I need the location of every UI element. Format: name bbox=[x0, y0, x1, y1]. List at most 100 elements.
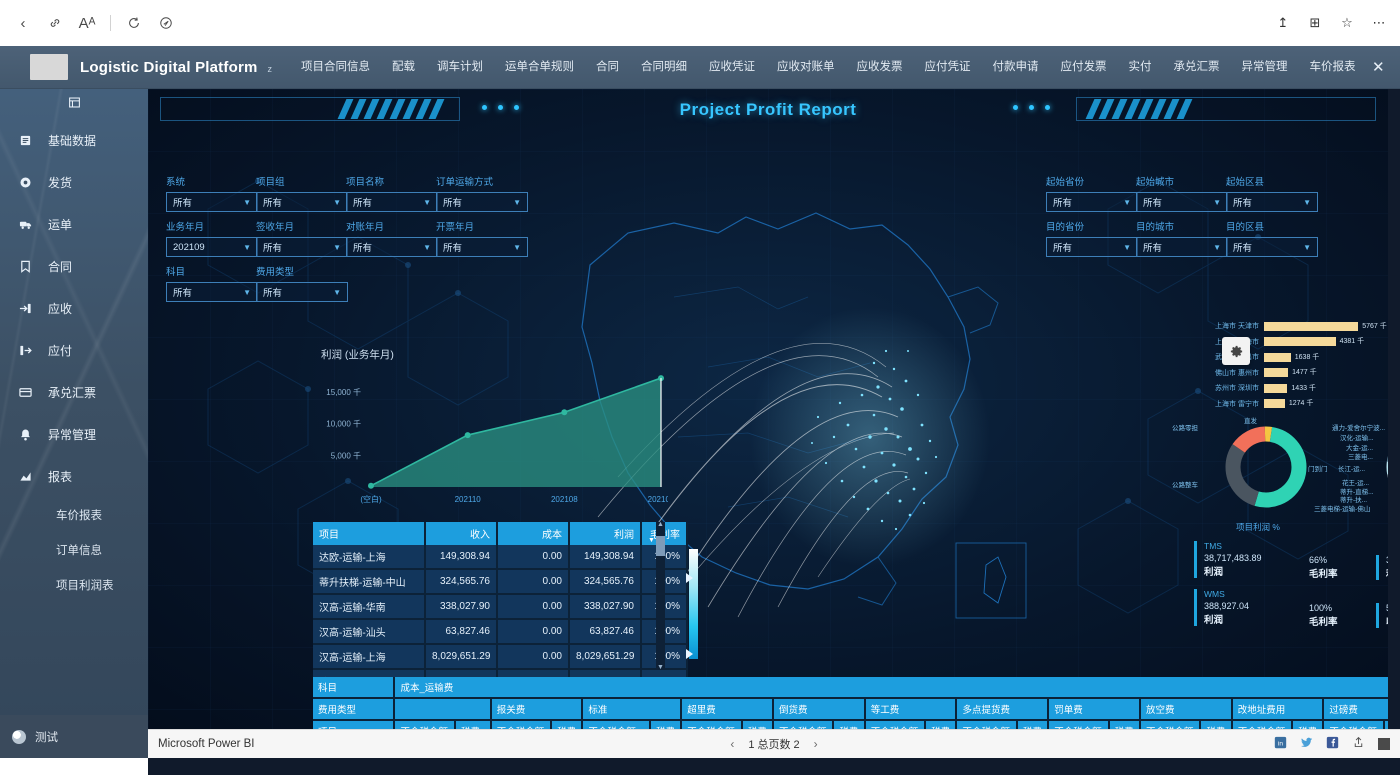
table-row[interactable]: 汉高-运输-华南 338,027.90 0.00 338,027.90 100% bbox=[313, 594, 688, 620]
profit-line-chart[interactable]: 利润 (业务年月) 5,000 千 10,000 千 15,000 千 (空白) 202… bbox=[313, 347, 668, 519]
nav-item-9[interactable]: 应付凭证 bbox=[914, 46, 982, 89]
favorites-icon[interactable]: ☆ bbox=[1336, 12, 1358, 34]
matrix-group-4[interactable]: 倒货费 bbox=[773, 698, 866, 721]
sidebar-item-5[interactable]: 应付 bbox=[0, 329, 148, 371]
matrix-subheader-amount[interactable]: 不含税金额 bbox=[1323, 720, 1385, 729]
filter-dropdown[interactable]: 所有 ▼ bbox=[1226, 237, 1318, 257]
matrix-subheader-tax[interactable]: 税费 bbox=[551, 720, 584, 729]
route-bar-chart[interactable]: 上海市 天津市5767 千上海市 上海市4381 千武汉市 宜昌市1638 千佛… bbox=[1198, 319, 1388, 411]
matrix-subheader-amount[interactable]: 不含税金额 bbox=[1048, 720, 1110, 729]
filter-dropdown[interactable]: 所有 ▼ bbox=[1046, 192, 1138, 212]
nav-item-13[interactable]: 承兑汇票 bbox=[1163, 46, 1231, 89]
table-scrollbar[interactable]: ▲ ▼ bbox=[656, 521, 665, 671]
filter-dropdown[interactable]: 所有 ▼ bbox=[256, 237, 348, 257]
matrix-group-2[interactable]: 标准 bbox=[582, 698, 683, 721]
project-profit-table[interactable]: 项目 收入 成本 利润 毛利率 ▼ 达欧-运输-上海 149,308.94 0.00 149,30… bbox=[313, 522, 688, 695]
nav-item-14[interactable]: 异常管理 bbox=[1231, 46, 1299, 89]
matrix-subheader-amount[interactable]: 不含税金额 bbox=[956, 720, 1018, 729]
map-color-legend[interactable] bbox=[686, 549, 700, 674]
nav-item-0[interactable]: 项目合同信息 bbox=[290, 46, 381, 89]
matrix-group-3[interactable]: 超里费 bbox=[681, 698, 775, 721]
kpi-revenue[interactable]: 59,263,778.13 收入 bbox=[1376, 603, 1388, 628]
table-row[interactable]: 汉高-运输-上海 8,029,651.29 0.00 8,029,651.29 100% bbox=[313, 644, 688, 670]
matrix-subheader-amount[interactable]: 不含税金额 bbox=[490, 720, 553, 729]
sidebar-item-4[interactable]: 应收 bbox=[0, 287, 148, 329]
matrix-group-6[interactable]: 多点提货费 bbox=[956, 698, 1050, 721]
matrix-subheader-tax[interactable]: 税费 bbox=[1292, 720, 1325, 729]
linkedin-icon[interactable]: in bbox=[1274, 736, 1287, 752]
filter-dropdown[interactable]: 所有 ▼ bbox=[256, 192, 348, 212]
matrix-group-5[interactable]: 等工费 bbox=[864, 698, 958, 721]
matrix-group-8[interactable]: 放空费 bbox=[1139, 698, 1233, 721]
matrix-subheader-tax[interactable]: 税费 bbox=[1383, 720, 1388, 729]
sidebar-toggle[interactable] bbox=[0, 89, 148, 119]
sidebar-item-2[interactable]: 运单 bbox=[0, 203, 148, 245]
nav-item-1[interactable]: 配载 bbox=[381, 46, 426, 89]
settings-gear-icon[interactable] bbox=[1222, 337, 1250, 365]
collections-icon[interactable]: ⊞ bbox=[1304, 12, 1326, 34]
share-icon[interactable] bbox=[1352, 736, 1365, 752]
matrix-subheader-tax[interactable]: 税费 bbox=[1108, 720, 1141, 729]
bar-row[interactable]: 上海市 天津市 5767 千 bbox=[1198, 319, 1388, 333]
sidebar-item-6[interactable]: 承兑汇票 bbox=[0, 371, 148, 413]
link-icon[interactable] bbox=[40, 8, 70, 38]
table-row[interactable]: 达欧-运输-上海 149,308.94 0.00 149,308.94 100% bbox=[313, 545, 688, 570]
twitter-icon[interactable] bbox=[1300, 736, 1313, 752]
table-header-1[interactable]: 收入 bbox=[425, 522, 498, 545]
matrix-group-9[interactable]: 改地址费用 bbox=[1231, 698, 1325, 721]
bar-row[interactable]: 苏州市 深圳市 1433 千 bbox=[1198, 381, 1388, 395]
scrollbar-thumb[interactable] bbox=[656, 536, 665, 556]
refresh-icon[interactable] bbox=[119, 8, 149, 38]
legend-knob[interactable] bbox=[686, 573, 693, 583]
matrix-subheader-amount[interactable]: 不含税金额 bbox=[864, 720, 927, 729]
sidebar-item-7[interactable]: 异常管理 bbox=[0, 413, 148, 455]
matrix-subheader-tax[interactable]: 税费 bbox=[1200, 720, 1233, 729]
table-header-2[interactable]: 成本 bbox=[497, 522, 570, 545]
nav-item-4[interactable]: 合同 bbox=[585, 46, 630, 89]
scroll-down-icon[interactable]: ▼ bbox=[657, 664, 664, 671]
filter-dropdown[interactable]: 202109 ▼ bbox=[166, 237, 258, 257]
nav-item-2[interactable]: 调车计划 bbox=[426, 46, 494, 89]
nav-item-6[interactable]: 应收凭证 bbox=[698, 46, 766, 89]
back-icon[interactable]: ‹ bbox=[8, 8, 38, 38]
bar-row[interactable]: 佛山市 惠州市 1477 千 bbox=[1198, 366, 1388, 380]
filter-dropdown[interactable]: 所有 ▼ bbox=[346, 192, 438, 212]
nav-item-7[interactable]: 应收对账单 bbox=[766, 46, 846, 89]
matrix-subheader-amount[interactable]: 不含税金额 bbox=[582, 720, 651, 729]
nav-item-11[interactable]: 应付发票 bbox=[1050, 46, 1118, 89]
matrix-subheader-amount[interactable]: 不含税金额 bbox=[773, 720, 835, 729]
more-options-icon[interactable]: ⋯ bbox=[1368, 12, 1390, 34]
bar-row[interactable]: 上海市 雷宁市 1274 千 bbox=[1198, 397, 1388, 411]
scroll-up-icon[interactable]: ▲ bbox=[657, 521, 664, 528]
filter-dropdown[interactable]: 所有 ▼ bbox=[1136, 237, 1228, 257]
filter-dropdown[interactable]: 所有 ▼ bbox=[436, 192, 528, 212]
filter-dropdown[interactable]: 所有 ▼ bbox=[1226, 192, 1318, 212]
nav-item-10[interactable]: 付款申请 bbox=[982, 46, 1050, 89]
filter-dropdown[interactable]: 所有 ▼ bbox=[346, 237, 438, 257]
matrix-group-0[interactable] bbox=[394, 698, 492, 721]
matrix-subheader-tax[interactable]: 税费 bbox=[925, 720, 958, 729]
nav-item-3[interactable]: 运单合单规则 bbox=[494, 46, 585, 89]
project-profit-donut[interactable] bbox=[1216, 417, 1316, 517]
table-header-3[interactable]: 利润 bbox=[569, 522, 642, 545]
filter-dropdown[interactable]: 所有 ▼ bbox=[166, 192, 258, 212]
sidebar-subitem-1[interactable]: 订单信息 bbox=[0, 532, 148, 567]
user-status-bar[interactable]: 测试 bbox=[0, 715, 148, 758]
kpi-tms-profit[interactable]: TMS 38,717,483.89 利润 bbox=[1194, 541, 1262, 578]
matrix-group-7[interactable]: 罚单费 bbox=[1048, 698, 1141, 721]
nav-item-12[interactable]: 实付 bbox=[1118, 46, 1163, 89]
matrix-subheader-amount[interactable]: 不含税金额 bbox=[1139, 720, 1202, 729]
immersive-reader-icon[interactable] bbox=[151, 8, 181, 38]
matrix-group-1[interactable]: 报关费 bbox=[490, 698, 584, 721]
kpi-wms-profit[interactable]: WMS 388,927.04 利润 bbox=[1194, 589, 1249, 626]
kpi-tms-margin[interactable]: 66% 毛利率 bbox=[1309, 555, 1338, 580]
matrix-subheader-tax[interactable]: 税费 bbox=[649, 720, 683, 729]
table-row[interactable]: 蒂升扶梯-运输-中山 324,565.76 0.00 324,565.76 100% bbox=[313, 569, 688, 595]
sidebar-item-1[interactable]: 发货 bbox=[0, 161, 148, 203]
filter-dropdown[interactable]: 所有 ▼ bbox=[436, 237, 528, 257]
nav-item-5[interactable]: 合同明细 bbox=[630, 46, 698, 89]
table-header-0[interactable]: 项目 bbox=[313, 522, 426, 545]
prev-page-icon[interactable]: ‹ bbox=[730, 737, 734, 751]
facebook-icon[interactable] bbox=[1326, 736, 1339, 752]
matrix-group-10[interactable]: 过磅费 bbox=[1323, 698, 1388, 721]
